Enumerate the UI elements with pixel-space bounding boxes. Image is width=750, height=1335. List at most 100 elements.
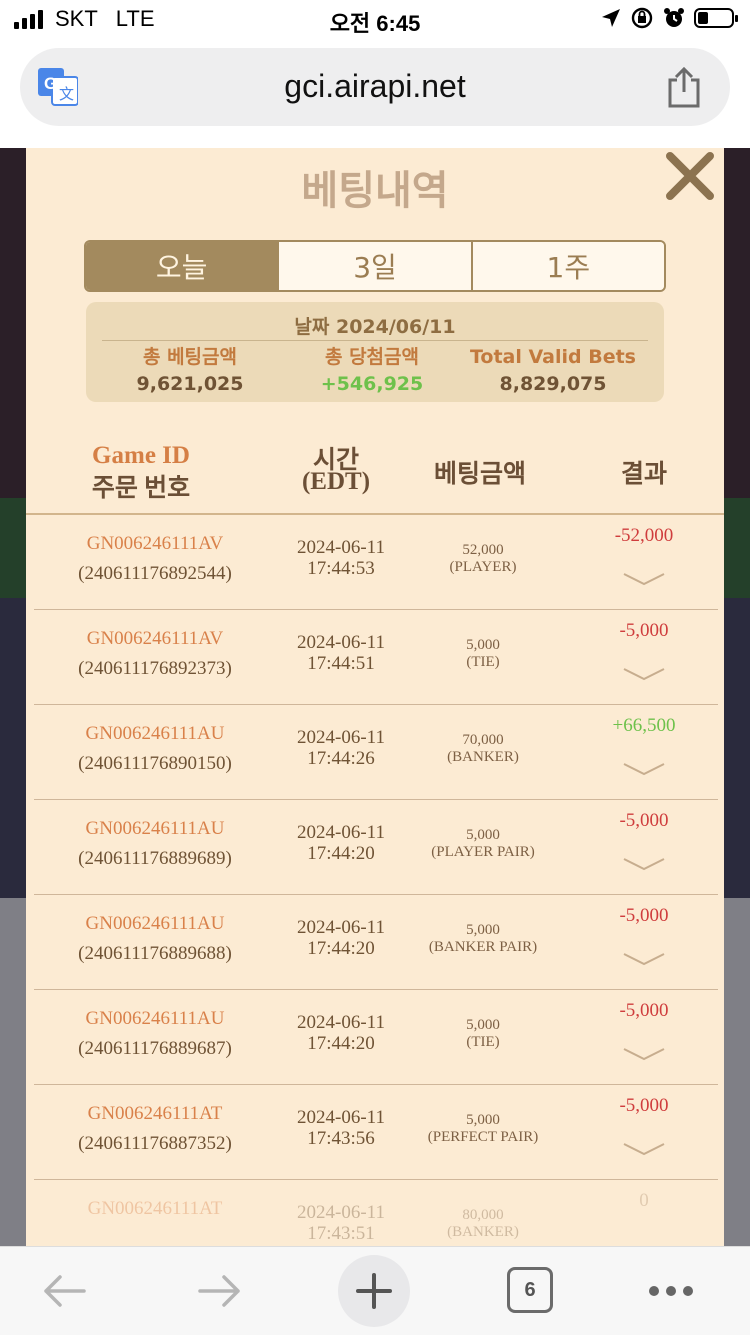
row-order-no: (240611176889687) [78, 1038, 232, 1059]
row-order-no: (240611176890150) [78, 753, 232, 774]
row-datetime: 2024-06-11 17:44:26 [266, 727, 416, 769]
row-time: 17:43:51 [307, 1223, 375, 1244]
more-icon[interactable] [648, 1285, 694, 1297]
table-row[interactable]: GN006246111AU (240611176889688) 2024-06-… [26, 895, 724, 990]
row-time: 17:44:51 [307, 653, 375, 674]
row-amount-value: 5,000 [466, 922, 500, 938]
row-datetime: 2024-06-11 17:44:20 [266, 822, 416, 864]
col-amount: 베팅금액 [433, 461, 526, 488]
chevron-down-icon[interactable] [622, 856, 666, 872]
summary-date: 날짜 2024/06/11 [86, 312, 664, 339]
row-game-id: GN006246111AV [86, 533, 224, 554]
row-date: 2024-06-11 [297, 917, 385, 938]
bet-list: GN006246111AV (240611176892544) 2024-06-… [26, 515, 724, 1246]
chevron-down-icon[interactable] [622, 761, 666, 777]
tabs-icon[interactable]: 6 [507, 1267, 553, 1313]
chevron-down-icon[interactable] [622, 1141, 666, 1157]
row-date: 2024-06-11 [297, 537, 385, 558]
battery-icon [694, 8, 738, 28]
row-bet-type: (TIE) [466, 1034, 500, 1050]
row-bet-type: (PLAYER) [449, 559, 517, 575]
row-bet-type: (PERFECT PAIR) [427, 1129, 539, 1145]
row-datetime: 2024-06-11 17:44:20 [266, 917, 416, 959]
col-result: 결과 [620, 461, 667, 488]
row-game-id: GN006246111AT [87, 1103, 223, 1124]
row-amount-value: 52,000 [462, 542, 504, 558]
row-result: +66,500 [612, 715, 676, 736]
table-row[interactable]: GN006246111AU (240611176890150) 2024-06-… [26, 705, 724, 800]
chevron-down-icon[interactable] [622, 951, 666, 967]
row-date: 2024-06-11 [297, 632, 385, 653]
table-row[interactable]: GN006246111AU (240611176889689) 2024-06-… [26, 800, 724, 895]
total-bet-stat: 총 베팅금액 9,621,025 [100, 344, 280, 398]
row-amount: 5,000 (TIE) [400, 1017, 566, 1051]
alarm-icon [664, 8, 684, 27]
row-bet-type: (BANKER) [447, 1224, 519, 1240]
row-datetime: 2024-06-11 17:44:20 [266, 1012, 416, 1054]
row-amount-value: 5,000 [466, 637, 500, 653]
address-bar[interactable]: G 文 gci.airapi.net [20, 48, 730, 126]
row-result: -5,000 [619, 905, 669, 926]
table-row[interactable]: GN006246111AV (240611176892373) 2024-06-… [26, 610, 724, 705]
valid-bets-stat: Total Valid Bets 8,829,075 [458, 344, 648, 398]
row-amount: 5,000 (TIE) [400, 637, 566, 671]
row-result: -52,000 [614, 525, 674, 546]
tab-today[interactable]: 오늘 [86, 242, 280, 290]
location-icon [602, 9, 620, 27]
close-icon[interactable] [662, 148, 718, 204]
back-arrow-icon[interactable] [40, 1273, 88, 1309]
row-amount: 80,000 (BANKER) [400, 1207, 566, 1241]
table-row[interactable]: GN006246111AT 2024-06-11 17:43:51 80,000(… [26, 1180, 724, 1246]
row-bet-type: (PLAYER PAIR) [431, 844, 535, 860]
row-game-id: GN006246111AU [85, 913, 225, 934]
row-datetime: 2024-06-11 17:43:51 [266, 1202, 416, 1244]
betting-history-modal: 베팅내역 오늘 3일 1주 날짜 2024/06/11 총 베팅금액 9,621… [26, 148, 724, 1246]
tab-1-week[interactable]: 1주 [472, 242, 664, 290]
row-amount-value: 80,000 [462, 1207, 504, 1223]
table-header: Game ID 주문 번호 시간 (EDT) 베팅금액 결과 [26, 434, 724, 514]
row-amount-value: 70,000 [462, 732, 504, 748]
row-datetime: 2024-06-11 17:43:56 [266, 1107, 416, 1149]
forward-arrow-icon[interactable] [196, 1273, 244, 1309]
row-game-id: GN006246111AU [85, 1008, 225, 1029]
tab-3-days[interactable]: 3일 [279, 242, 473, 290]
summary-divider [102, 340, 648, 341]
new-tab-button[interactable] [338, 1255, 410, 1327]
row-order-no: (240611176887352) [78, 1133, 232, 1154]
row-time: 17:43:56 [307, 1128, 375, 1149]
chevron-down-icon[interactable] [622, 1046, 666, 1062]
row-order-no: (240611176889688) [78, 943, 232, 964]
row-date: 2024-06-11 [297, 822, 385, 843]
row-game-id: GN006246111AU [85, 818, 225, 839]
col-order-no: 주문 번호 [91, 475, 191, 502]
col-game-id: Game ID [92, 442, 190, 469]
row-order-no: (240611176889689) [78, 848, 232, 869]
modal-title: 베팅내역 [301, 168, 449, 214]
col-time-zone: (EDT) [301, 468, 371, 495]
table-row[interactable]: GN006246111AT (240611176887352) 2024-06-… [26, 1085, 724, 1180]
row-bet-type: (BANKER) [447, 749, 519, 765]
summary-panel: 날짜 2024/06/11 총 베팅금액 9,621,025 총 당첨금액 +5… [86, 302, 664, 402]
period-tabs: 오늘 3일 1주 [84, 240, 666, 292]
row-result: 0 [639, 1190, 649, 1211]
row-result: -5,000 [619, 1000, 669, 1021]
row-time: 17:44:20 [307, 938, 375, 959]
table-row[interactable]: GN006246111AU (240611176889687) 2024-06-… [26, 990, 724, 1085]
row-amount-value: 5,000 [466, 1017, 500, 1033]
row-date: 2024-06-11 [297, 1012, 385, 1033]
row-amount: 52,000 (PLAYER) [400, 542, 566, 576]
share-icon[interactable] [666, 66, 702, 108]
plus-icon [356, 1273, 392, 1309]
date-label: 날짜 [294, 316, 330, 338]
row-game-id: GN006246111AV [86, 628, 224, 649]
row-time: 17:44:53 [307, 558, 375, 579]
table-row[interactable]: GN006246111AV (240611176892544) 2024-06-… [26, 515, 724, 610]
row-game-id: GN006246111AU [85, 723, 225, 744]
chevron-down-icon[interactable] [622, 571, 666, 587]
row-game-id: GN006246111AT [87, 1198, 223, 1219]
chevron-down-icon[interactable] [622, 666, 666, 682]
total-win-value: +546,925 [320, 373, 424, 395]
url-text[interactable]: gci.airapi.net [20, 68, 730, 105]
row-datetime: 2024-06-11 17:44:53 [266, 537, 416, 579]
row-datetime: 2024-06-11 17:44:51 [266, 632, 416, 674]
